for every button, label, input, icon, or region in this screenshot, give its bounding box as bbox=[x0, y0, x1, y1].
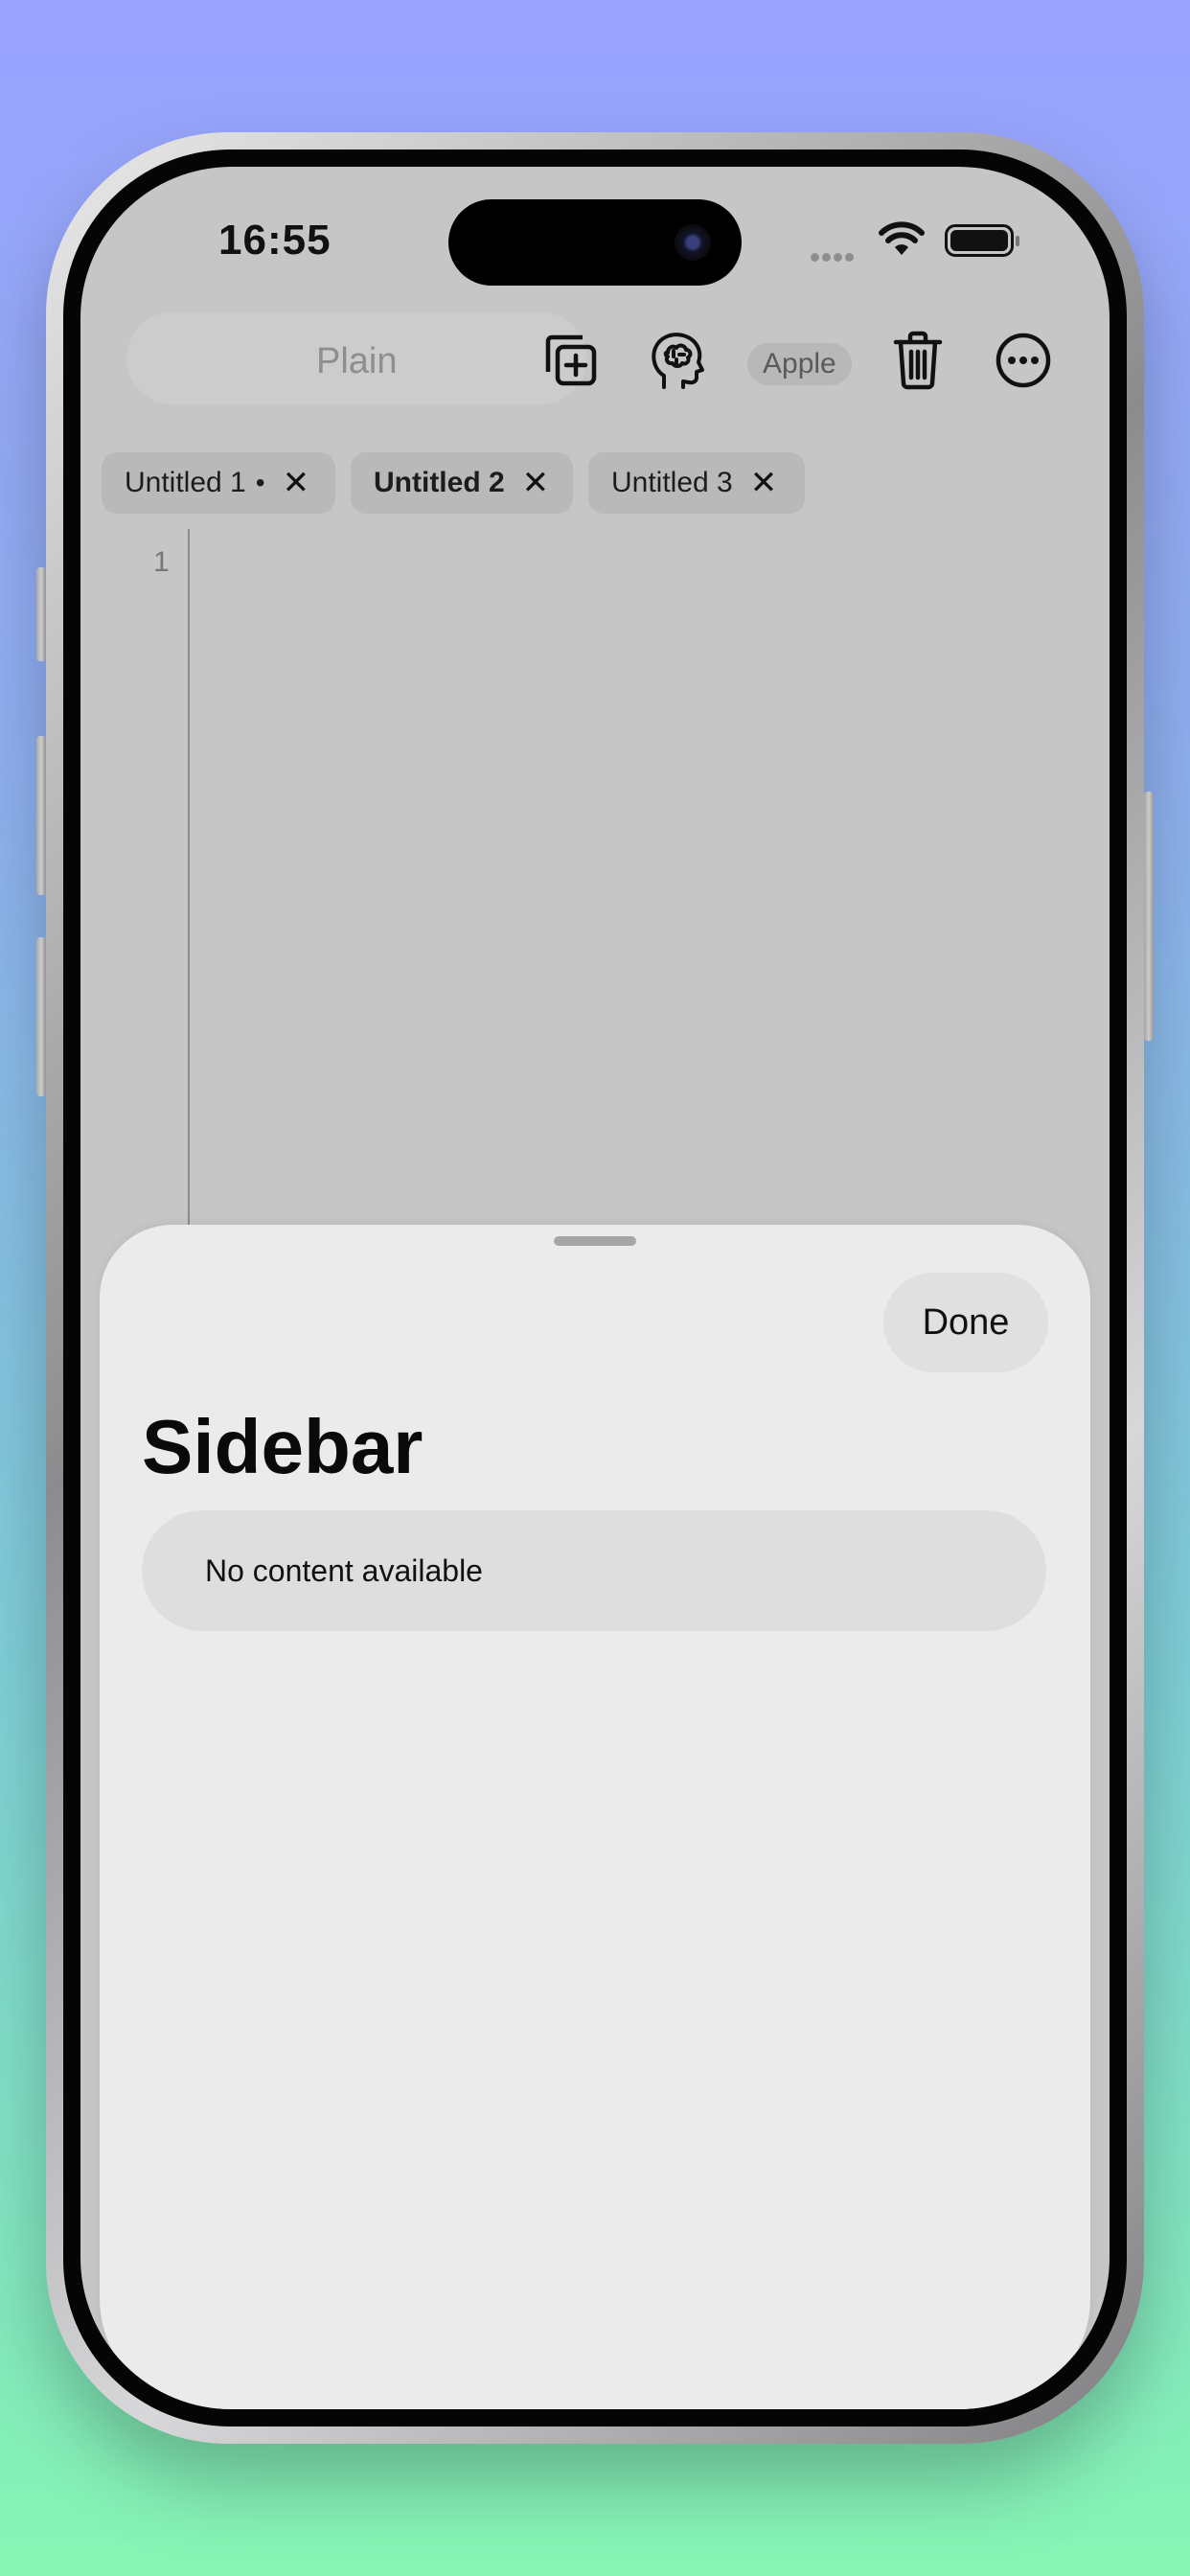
line-number: 1 bbox=[153, 546, 170, 578]
trash-icon[interactable] bbox=[881, 324, 954, 397]
editor-text-area[interactable] bbox=[195, 529, 1077, 1219]
tab-label: Untitled 2 bbox=[374, 467, 505, 498]
brain-head-icon[interactable] bbox=[640, 324, 713, 397]
battery-icon bbox=[945, 224, 1019, 257]
tab-untitled-1[interactable]: Untitled 1 • ✕ bbox=[102, 452, 335, 514]
empty-state-message: No content available bbox=[205, 1552, 483, 1588]
tab-label: Untitled 1 bbox=[125, 467, 246, 498]
volume-down-button bbox=[36, 937, 46, 1096]
camera-icon bbox=[675, 224, 711, 261]
tab-untitled-3[interactable]: Untitled 3 ✕ bbox=[588, 452, 805, 514]
dynamic-island bbox=[448, 199, 742, 286]
close-tab-icon[interactable]: ✕ bbox=[283, 464, 310, 502]
cellular-signal-icon bbox=[811, 249, 857, 266]
model-chip[interactable]: Apple bbox=[747, 343, 852, 385]
tab-label: Untitled 3 bbox=[611, 467, 733, 498]
wifi-icon bbox=[878, 220, 926, 262]
volume-up-button bbox=[36, 736, 46, 895]
empty-state-row: No content available bbox=[142, 1510, 1046, 1631]
mode-label: Plain bbox=[316, 341, 398, 381]
power-button bbox=[1144, 792, 1154, 1041]
ellipsis-circle-icon[interactable] bbox=[987, 324, 1060, 397]
close-tab-icon[interactable]: ✕ bbox=[522, 464, 550, 502]
close-tab-icon[interactable]: ✕ bbox=[750, 464, 778, 502]
tab-untitled-2[interactable]: Untitled 2 ✕ bbox=[351, 452, 573, 514]
status-time: 16:55 bbox=[218, 217, 332, 264]
screen: 16:55 Plain Apple Untitled 1 • ✕ Untitle… bbox=[80, 167, 1110, 2409]
action-button bbox=[36, 567, 46, 661]
sheet-grabber[interactable] bbox=[554, 1236, 636, 1246]
modified-dot-icon: • bbox=[255, 468, 265, 497]
new-file-icon[interactable] bbox=[535, 324, 607, 397]
done-button[interactable]: Done bbox=[883, 1273, 1048, 1372]
sheet-title: Sidebar bbox=[142, 1404, 423, 1489]
